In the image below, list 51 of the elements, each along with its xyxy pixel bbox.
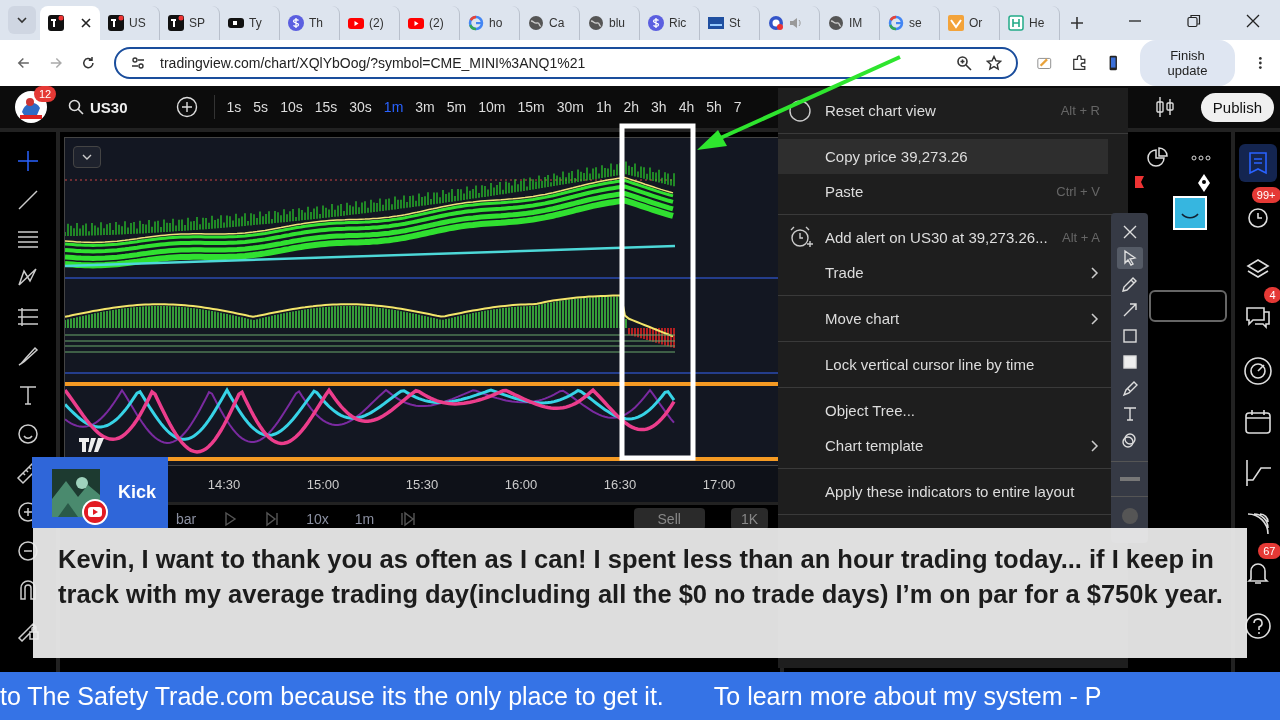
interval-button[interactable]: 3h xyxy=(645,99,673,115)
speed-button[interactable]: 10x xyxy=(306,510,329,527)
menu-item[interactable]: Move chart xyxy=(778,301,1108,336)
interval-button[interactable]: 30s xyxy=(343,99,378,115)
menu-item[interactable]: Chart template xyxy=(778,428,1108,463)
interval-button[interactable]: 30m xyxy=(550,99,590,115)
notification-badge: 12 xyxy=(34,86,57,102)
interval-button[interactable]: 3m xyxy=(409,99,441,115)
author-name: Kick xyxy=(118,482,157,503)
menu-item[interactable]: Trade xyxy=(778,255,1108,290)
menu-item[interactable]: Object Tree... xyxy=(778,393,1108,428)
interval-button[interactable]: 10s xyxy=(274,99,309,115)
finish-update-button[interactable]: Finish update xyxy=(1139,40,1236,86)
interval-button[interactable]: 1s xyxy=(220,99,248,115)
sell-button[interactable]: Sell xyxy=(633,507,705,530)
interval-button[interactable]: 5h xyxy=(700,99,728,115)
interval-button[interactable]: 1h xyxy=(589,99,618,115)
interval-button[interactable]: 10m xyxy=(472,99,512,115)
time-axis-label: 14:30 xyxy=(206,476,242,492)
quantity-button[interactable]: 1K xyxy=(730,507,768,530)
symbol-label: US30 xyxy=(90,98,128,116)
menu-item[interactable]: Lock vertical cursor line by time xyxy=(778,347,1108,382)
notifications-badge: 67 xyxy=(1258,543,1280,559)
interval-button[interactable]: 5s xyxy=(247,99,275,115)
menu-item[interactable]: Copy price 39,273.26 xyxy=(778,139,1108,174)
interval-button[interactable]: 15s xyxy=(308,99,344,115)
interval-button[interactable]: 7 xyxy=(727,99,748,115)
symbol-search[interactable]: US30 xyxy=(68,98,128,116)
interval-button[interactable]: 1m xyxy=(377,99,410,115)
time-axis-label: 16:00 xyxy=(503,476,539,492)
time-axis-label: 15:30 xyxy=(404,476,440,492)
alerts-badge: 99+ xyxy=(1251,187,1280,203)
interval-button[interactable]: 15m xyxy=(511,99,551,115)
interval-button[interactable]: 5m xyxy=(440,99,473,115)
publish-button[interactable]: Publish xyxy=(1200,92,1274,122)
menu-item[interactable]: Add alert on US30 at 39,273.26... Alt + A xyxy=(778,220,1108,255)
replay-interval-button[interactable]: 1m xyxy=(354,510,375,527)
time-axis-label: 15:00 xyxy=(305,476,341,492)
comment-text: Kevin, I want to thank you as often as I can! I spent less than an hour trading today... if I keep in track with my average trading day(including all the $0 no trade days) I’m on par for a $750k year. xyxy=(58,544,1223,610)
chat-badge: 4 xyxy=(1264,287,1280,303)
address-field[interactable]: tradingview.com/chart/XQlYbOog/?symbol=CME_MINI%3ANQ1%21 xyxy=(114,47,1019,79)
menu-item[interactable]: Reset chart view Alt + R xyxy=(778,93,1108,128)
interval-button[interactable]: 2h xyxy=(617,99,646,115)
ticker-text: To learn more about my system - P xyxy=(713,681,1102,711)
time-axis-label: 17:00 xyxy=(701,476,737,492)
menu-item[interactable]: Apply these indicators to entire layout xyxy=(778,474,1108,509)
time-axis-label: 16:30 xyxy=(602,476,638,492)
select-bar-button[interactable]: bar xyxy=(176,510,197,527)
ticker-text: to The Safety Trade.com because its the only place to get it. xyxy=(0,681,664,711)
menu-item[interactable]: Paste Ctrl + V xyxy=(778,174,1108,209)
interval-button[interactable]: 4h xyxy=(672,99,701,115)
